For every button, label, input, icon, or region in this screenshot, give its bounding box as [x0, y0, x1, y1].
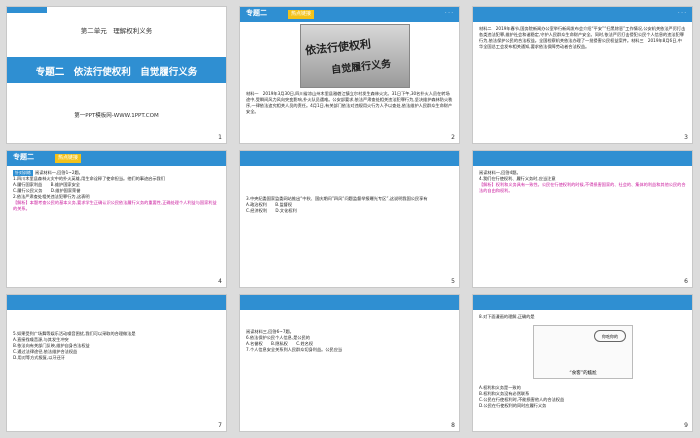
question-body: 针对训练 阅读材料一,回答1~2题。 1.四川木里县森林火灾中的扑火英雄,用生命诠…	[13, 170, 220, 212]
unit-title: 第二单元 理解权利义务	[80, 27, 153, 35]
analysis-text: 【解析】本题考查公民的基本义务,要求学生正确认识公民依法履行义务的重要性,正确处…	[13, 200, 217, 211]
header-tag: 热点链接	[55, 154, 82, 163]
header-title: 专题二	[13, 153, 34, 161]
material-text: 材料二 2019年春节,国务院新闻办公室举行新闻发布会介绍“平安”“扫黑除恶”工…	[479, 26, 686, 49]
slide-2[interactable]: 专题二 热点链接 · · · 依法行使权利 自觉履行义务 材料一 2019年3月…	[239, 6, 460, 144]
question-body: 8.对下面漫画的理解,正确的是	[479, 314, 686, 320]
question-body: 阅读材料一,回答4题。 4.我们在行使权利、履行义务时,应当注意 【解析】权利和…	[479, 170, 686, 194]
calligraphy-line-1: 依法行使权利	[304, 37, 372, 58]
question-body: 3.中央纪委国家监委网站推出“中秋、国庆期间”四风“问题监督举报曝光专区”,这说…	[246, 196, 453, 214]
slide-header	[473, 151, 692, 166]
option-line: D.用对等方式报复,以牙还牙	[13, 355, 65, 360]
site-credit: 第一PPT模板网-WWW.1PPT.COM	[74, 113, 159, 119]
slide-header: 专题二 热点链接	[7, 151, 226, 166]
question-7: 7.个人信息安全关系到人民群众切身利益。公民应当	[246, 347, 343, 352]
question-8: 8.对下面漫画的理解,正确的是	[479, 314, 535, 319]
header-title: 专题二	[246, 9, 267, 17]
page-number: 4	[218, 278, 222, 285]
header-dots: · · ·	[445, 10, 453, 16]
calligraphy-photo: 依法行使权利 自觉履行义务	[300, 24, 410, 88]
slide-6[interactable]: 阅读材料一,回答4题。 4.我们在行使权利、履行义务时,应当注意 【解析】权利和…	[472, 150, 693, 288]
calligraphy-line-2: 自觉履行义务	[330, 58, 392, 77]
slide-9[interactable]: 8.对下面漫画的理解,正确的是 你吃你的 “食客”的尴尬 A.权利和义务是一致的…	[472, 294, 693, 432]
speech-bubble: 你吃你的	[594, 330, 626, 342]
intro-text: 阅读材料一,回答1~2题。	[35, 170, 83, 175]
slide-3[interactable]: · · · 材料二 2019年春节,国务院新闻办公室举行新闻发布会介绍“平安”“…	[472, 6, 693, 144]
slide-header	[473, 295, 692, 310]
topic-title: 专题二 依法行使权利 自觉履行义务	[35, 67, 198, 78]
slide-header: · · ·	[473, 7, 692, 22]
option-line: C.经济权利 D.文化权利	[246, 208, 297, 213]
header-tag: 热点链接	[288, 10, 315, 19]
page-number: 3	[684, 134, 688, 141]
page-number: 9	[684, 422, 688, 429]
question-body: 阅读材料三,回答6~7题。 6.依法保护公民个人信息,是公民的 A.名誉权 B.…	[246, 329, 453, 353]
decor-bar	[7, 7, 47, 13]
slide-7[interactable]: 5.如果受到广场舞等娱乐活动噪音困扰,我们可以采取的合理做法是 A.直接找噪音源…	[6, 294, 227, 432]
slide-header	[240, 151, 459, 166]
slide-header	[240, 295, 459, 310]
page-number: 6	[684, 278, 688, 285]
page-number: 1	[218, 134, 222, 141]
material-text: 材料一 2019年3月30日,四川省凉山州木里县雅砻江镇立尔村发生森林火灾。31…	[246, 91, 453, 114]
cartoon-image: 你吃你的 “食客”的尴尬	[533, 325, 633, 379]
title-band: 专题二 依法行使权利 自觉履行义务	[7, 57, 226, 83]
question-body: 5.如果受到广场舞等娱乐活动噪音困扰,我们可以采取的合理做法是 A.直接找噪音源…	[13, 331, 220, 361]
page-number: 7	[218, 422, 222, 429]
page-number: 2	[451, 134, 455, 141]
option-line: D.公民在行使权利的同时应履行义务	[479, 403, 547, 408]
cartoon-caption: “食客”的尴尬	[569, 371, 597, 376]
options-list: A.权利和义务是一致的 B.权利和义务没有必然联系 C.公民在行使权利时,不能损…	[479, 385, 686, 409]
slide-8[interactable]: 阅读材料三,回答6~7题。 6.依法保护公民个人信息,是公民的 A.名誉权 B.…	[239, 294, 460, 432]
slide-header: 专题二 热点链接 · · ·	[240, 7, 459, 22]
slide-4[interactable]: 专题二 热点链接 针对训练 阅读材料一,回答1~2题。 1.四川木里县森林火灾中的…	[6, 150, 227, 288]
slide-1[interactable]: 第二单元 理解权利义务 专题二 依法行使权利 自觉履行义务 第一PPT模板网-W…	[6, 6, 227, 144]
header-dots: · · ·	[678, 10, 686, 16]
page-number: 8	[451, 422, 455, 429]
slide-header	[7, 295, 226, 310]
page-number: 5	[451, 278, 455, 285]
analysis-text: 【解析】权利和义务具有一致性。公民在行使权利的时候,不得损害国家的、社会的、集体…	[479, 182, 686, 193]
slide-5[interactable]: 3.中央纪委国家监委网站推出“中秋、国庆期间”四风“问题监督举报曝光专区”,这说…	[239, 150, 460, 288]
